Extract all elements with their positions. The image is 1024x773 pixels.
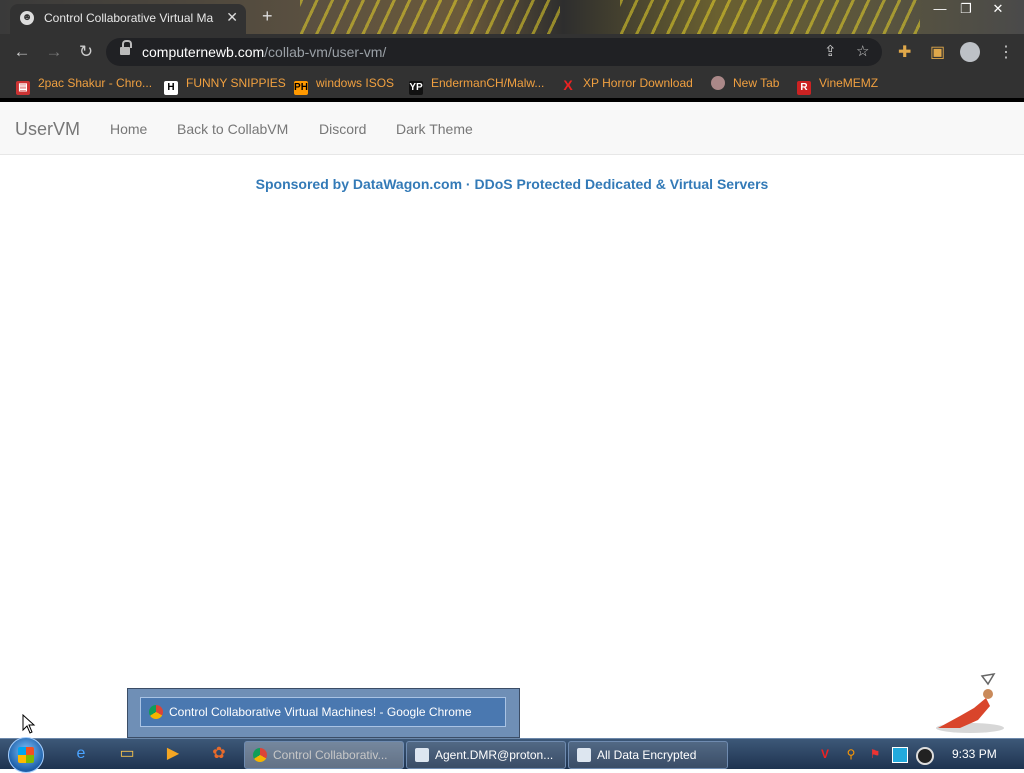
bookmark-xp-horror[interactable]: X XP Horror Download [561,76,693,92]
taskbar-button-encrypted[interactable]: All Data Encrypted [568,741,728,769]
browser-toolbar: ← → ↻ computernewb.com/collab-vm/user-vm… [0,34,1024,70]
bookmark-windows-isos[interactable]: PH windows ISOS [294,76,394,95]
nav-home[interactable]: Home [110,121,147,137]
address-bar[interactable]: computernewb.com/collab-vm/user-vm/ ⇪ ☆ [106,38,882,66]
theme-decoration [620,0,920,34]
desktop-figure-image [936,672,1004,733]
browser-titlebar: ☻ Control Collaborative Virtual Ma ✕ + —… [0,0,1024,34]
extensions-puzzle-icon[interactable]: ✚ [898,42,911,62]
forward-icon[interactable]: → [44,42,64,62]
nav-dark-theme[interactable]: Dark Theme [396,121,473,137]
bookmark-endermanch[interactable]: YP EndermanCH/Malw... [409,76,544,95]
printer-icon: ▤ [16,81,30,95]
side-panel-icon[interactable]: ▣ [930,42,945,62]
collabvm-favicon-icon: ☻ [20,11,34,25]
clock[interactable]: 9:33 PM [952,747,997,761]
site-navbar: UserVM Home Back to CollabVM Discord Dar… [0,102,1024,155]
mouse-cursor-icon [22,714,36,734]
nav-back-to-collabvm[interactable]: Back to CollabVM [177,121,288,137]
bookmark-funny-snippies[interactable]: H FUNNY SNIPPIES [164,76,286,95]
media-player-icon[interactable]: ▶ [162,743,184,765]
windows-logo-icon [18,747,34,763]
globe-icon [711,76,725,90]
window-close-icon[interactable]: ✕ [984,0,1012,18]
internet-explorer-icon[interactable]: e [70,743,92,765]
taskbar-button-agent[interactable]: Agent.DMR@proton... [406,741,566,769]
taskbar-preview: Control Collaborative Virtual Machines! … [127,688,520,738]
close-tab-icon[interactable]: ✕ [226,9,238,26]
tab-title: Control Collaborative Virtual Ma [44,11,214,25]
explorer-folder-icon[interactable]: ▭ [116,743,138,765]
chrome-icon [149,705,163,719]
bookmarks-bar: ▤ 2pac Shakur - Chro... H FUNNY SNIPPIES P… [0,70,1024,98]
sponsor-link[interactable]: Sponsored by DataWagon.com · DDoS Protec… [0,176,1024,192]
r-logo-icon: R [797,81,811,95]
tray-volume-icon[interactable] [916,747,934,765]
bookmark-2pac[interactable]: ▤ 2pac Shakur - Chro... [16,76,152,95]
window-icon [415,748,429,762]
windows-taskbar: e ▭ ▶ ✿ Control Collaborativ... Agent.DM… [0,737,1024,773]
bookmark-vinememz[interactable]: R VineMEMZ [797,76,878,95]
h-logo-icon: H [164,81,178,95]
tray-network-icon[interactable] [892,747,908,763]
bookmark-star-icon[interactable]: ☆ [856,42,869,60]
app-icon[interactable]: ✿ [208,743,230,765]
tray-v-icon[interactable]: V [818,747,832,761]
x-logo-icon: X [563,77,573,93]
window-icon [577,748,591,762]
tray-search-icon[interactable]: ⚲ [844,747,858,761]
restore-icon[interactable]: ❐ [952,0,980,18]
yp-logo-icon: YP [409,81,423,95]
chrome-icon [253,748,267,762]
theme-decoration [300,0,560,34]
tray-flag-icon[interactable]: ⚑ [868,747,882,761]
share-icon[interactable]: ⇪ [824,42,837,60]
preview-item[interactable]: Control Collaborative Virtual Machines! … [140,697,506,727]
url-text: computernewb.com/collab-vm/user-vm/ [142,44,387,60]
minimize-icon[interactable]: — [926,0,954,18]
taskbar-button-chrome[interactable]: Control Collaborativ... [244,741,404,769]
ph-logo-icon: PH [294,81,308,95]
nav-discord[interactable]: Discord [319,121,366,137]
menu-kebab-icon[interactable]: ⋮ [998,42,1014,62]
bookmark-new-tab[interactable]: New Tab [711,76,779,90]
brand-link[interactable]: UserVM [15,119,80,140]
preview-title: Control Collaborative Virtual Machines! … [169,705,472,719]
lock-icon[interactable] [120,40,132,55]
profile-avatar[interactable] [960,42,980,62]
new-tab-icon[interactable]: + [262,6,273,27]
back-icon[interactable]: ← [12,42,32,62]
reload-icon[interactable]: ↻ [76,42,96,62]
browser-tab[interactable]: ☻ Control Collaborative Virtual Ma ✕ [10,4,246,34]
